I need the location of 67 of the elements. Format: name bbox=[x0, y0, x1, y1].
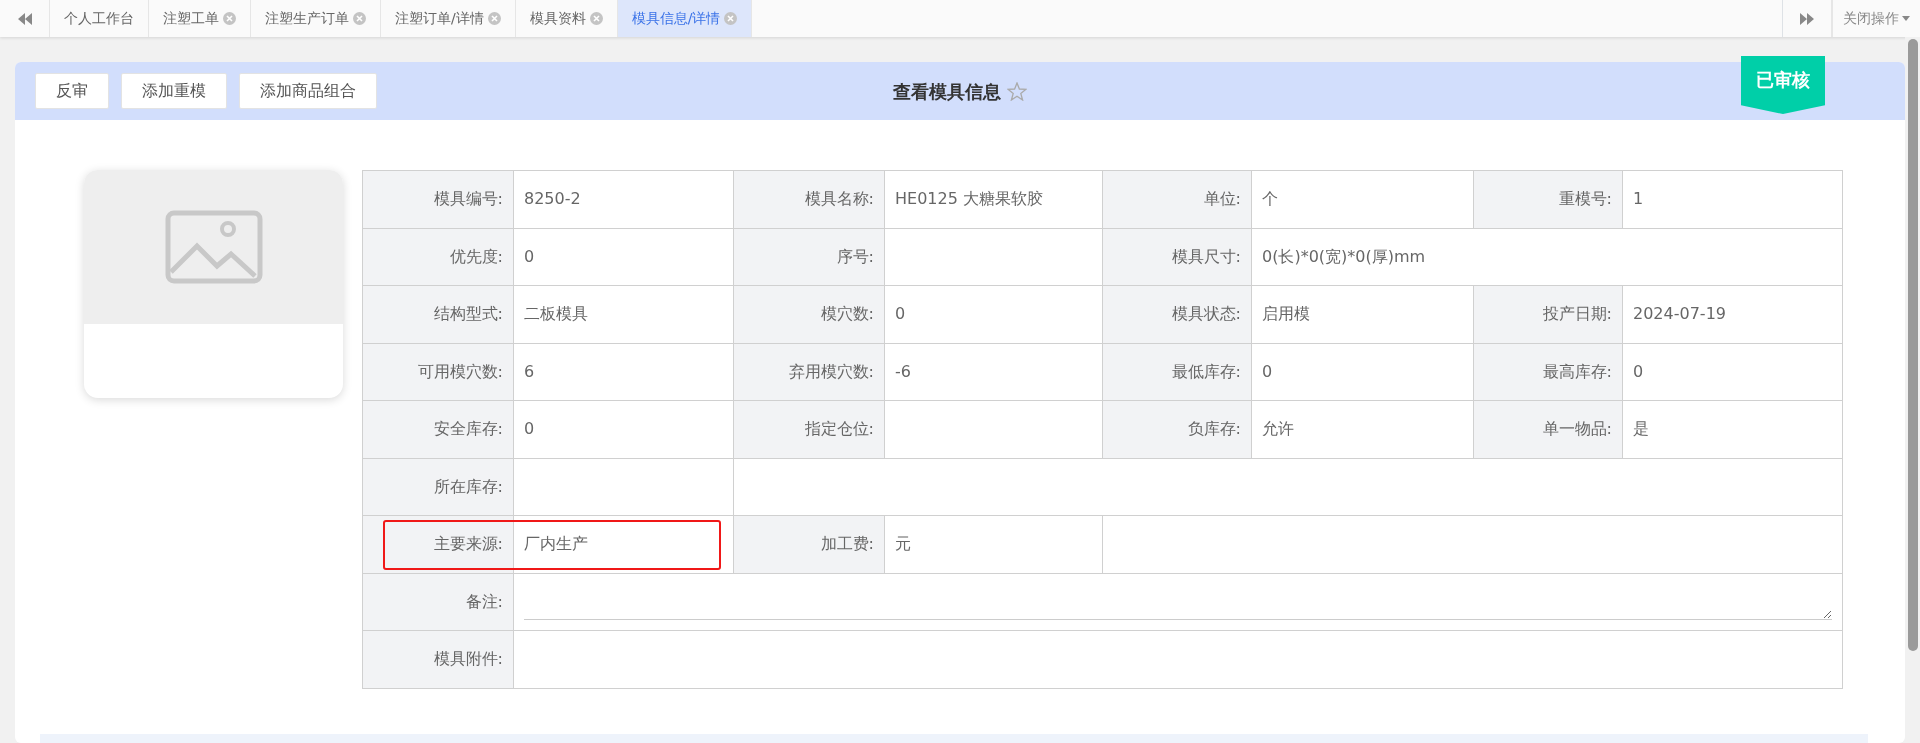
field-value: HE0125 大糖果软胶 bbox=[884, 170, 1103, 228]
field-label: 所在库存: bbox=[362, 458, 514, 516]
page-title: 查看模具信息 bbox=[893, 79, 1001, 104]
field-label: 模穴数: bbox=[733, 285, 885, 343]
field-value: 0 bbox=[1622, 343, 1843, 401]
field-label: 单位: bbox=[1102, 170, 1252, 228]
field-label: 模具尺寸: bbox=[1102, 228, 1252, 286]
field-value: 0 bbox=[513, 228, 734, 286]
field-value: 0 bbox=[1251, 343, 1474, 401]
field-label: 最高库存: bbox=[1473, 343, 1623, 401]
tab[interactable]: 注塑生产订单 bbox=[251, 0, 381, 37]
field-value: 0 bbox=[884, 285, 1103, 343]
toolbar-button[interactable]: 添加商品组合 bbox=[239, 73, 377, 109]
tab[interactable]: 注塑订单/详情 bbox=[381, 0, 516, 37]
field-label: 结构型式: bbox=[362, 285, 514, 343]
field-label: 可用模穴数: bbox=[362, 343, 514, 401]
star-icon[interactable] bbox=[1007, 81, 1027, 101]
field-label: 最低库存: bbox=[1102, 343, 1252, 401]
tab[interactable]: 模具资料 bbox=[515, 0, 618, 37]
field-label: 负库存: bbox=[1102, 400, 1252, 458]
tab[interactable]: 个人工作台 bbox=[50, 0, 149, 37]
field-label: 模具附件: bbox=[362, 630, 514, 688]
close-icon[interactable] bbox=[353, 12, 366, 25]
field-value: 1 bbox=[1622, 170, 1843, 228]
close-icon[interactable] bbox=[487, 12, 501, 25]
field-value: 2024-07-19 bbox=[1622, 285, 1843, 343]
status-ribbon: 已审核 bbox=[1741, 56, 1825, 114]
field-label: 加工费: bbox=[733, 515, 885, 573]
close-icon[interactable] bbox=[589, 12, 603, 25]
double-right-arrow-icon bbox=[1800, 12, 1814, 25]
remarks-field[interactable] bbox=[513, 573, 1843, 631]
field-value: 0 bbox=[513, 400, 734, 458]
field-value: 启用模 bbox=[1251, 285, 1474, 343]
image-placeholder-icon bbox=[164, 210, 263, 284]
close-icon[interactable] bbox=[724, 12, 738, 25]
field-label: 弃用模穴数: bbox=[733, 343, 885, 401]
scroll-right-button[interactable] bbox=[1782, 0, 1832, 37]
tab[interactable]: 模具信息/详情 bbox=[617, 0, 753, 37]
field-label: 单一物品: bbox=[1473, 400, 1623, 458]
field-label: 模具编号: bbox=[362, 170, 514, 228]
field-label: 优先度: bbox=[362, 228, 514, 286]
field-label: 模具状态: bbox=[1102, 285, 1252, 343]
field-value: 0(长)*0(宽)*0(厚)mm bbox=[1251, 228, 1843, 286]
tab[interactable]: 注塑工单 bbox=[149, 0, 251, 37]
toolbar-button[interactable]: 添加重模 bbox=[121, 73, 227, 109]
field-label: 序号: bbox=[733, 228, 885, 286]
field-label: 安全库存: bbox=[362, 400, 514, 458]
double-left-arrow-icon bbox=[17, 12, 32, 25]
field-label: 投产日期: bbox=[1473, 285, 1623, 343]
field-value: -6 bbox=[884, 343, 1103, 401]
close-icon[interactable] bbox=[223, 12, 236, 25]
close-menu-dropdown[interactable]: 关闭操作 bbox=[1832, 0, 1920, 37]
field-label: 备注: bbox=[362, 573, 514, 631]
field-label: 重模号: bbox=[1473, 170, 1623, 228]
field-value: 厂内生产 bbox=[513, 515, 734, 573]
field-label: 模具名称: bbox=[733, 170, 885, 228]
scroll-left-button[interactable] bbox=[0, 0, 50, 37]
field-label: 指定仓位: bbox=[733, 400, 885, 458]
field-value: 6 bbox=[513, 343, 734, 401]
field-value: 二板模具 bbox=[513, 285, 734, 343]
field-value: 元 bbox=[884, 515, 1103, 573]
field-value: 允许 bbox=[1251, 400, 1474, 458]
field-value: 是 bbox=[1622, 400, 1843, 458]
caret-icon bbox=[1902, 16, 1910, 21]
field-value: 个 bbox=[1251, 170, 1474, 228]
field-value: 8250-2 bbox=[513, 170, 734, 228]
toolbar-button[interactable]: 反审 bbox=[35, 73, 109, 109]
